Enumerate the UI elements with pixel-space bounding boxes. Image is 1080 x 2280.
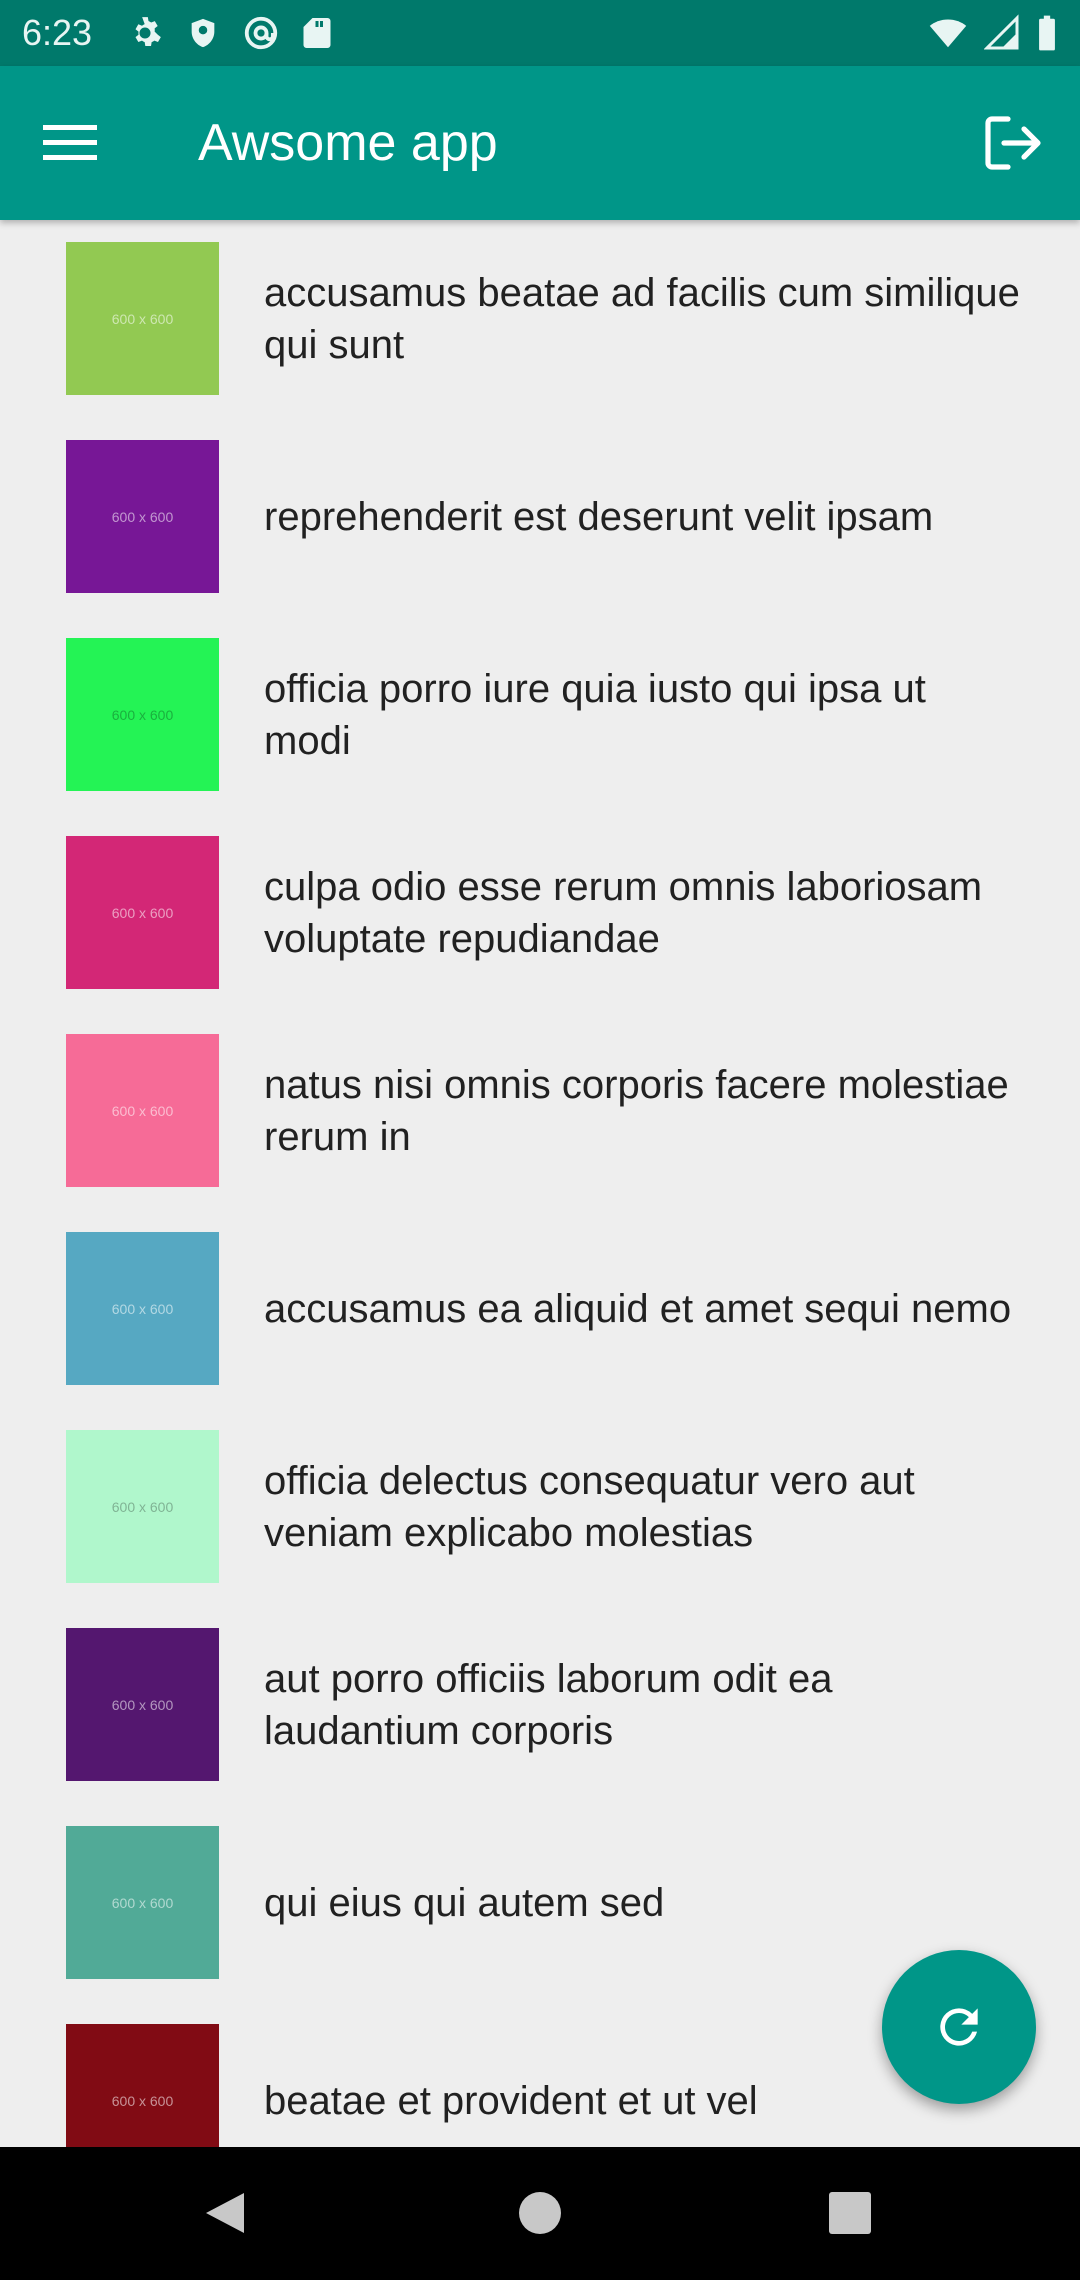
list-item-thumbnail: 600 x 600: [66, 1826, 219, 1979]
refresh-fab-button[interactable]: [882, 1950, 1036, 2104]
app-title: Awsome app: [198, 114, 498, 172]
thumbnail-size-label: 600 x 600: [111, 1894, 174, 1911]
list-item-title: reprehenderit est deserunt velit ipsam: [264, 495, 934, 539]
wifi-icon: [929, 19, 967, 48]
status-bar: 6:23: [0, 0, 1080, 66]
home-circle-icon: [519, 2192, 561, 2234]
list-item-title: culpa odio esse rerum omnis laboriosam v…: [264, 865, 983, 961]
cell-signal-icon: [984, 14, 1019, 50]
list-item-thumbnail: 600 x 600: [66, 2024, 219, 2147]
list-item[interactable]: 600 x 600 accusamus beatae ad facilis cu…: [0, 220, 1080, 418]
thumbnail-size-label: 600 x 600: [111, 1696, 174, 1713]
list-item-thumbnail: 600 x 600: [66, 440, 219, 593]
list-item[interactable]: 600 x 600 accusamus ea aliquid et amet s…: [0, 1210, 1080, 1408]
list-item-thumbnail: 600 x 600: [66, 638, 219, 791]
list-item-title: aut porro officiis laborum odit ea lauda…: [264, 1657, 833, 1753]
nav-recents-button[interactable]: [818, 2181, 882, 2245]
list-item-thumbnail: 600 x 600: [66, 1232, 219, 1385]
status-icons-left: [126, 14, 332, 52]
at-sign-icon: [244, 16, 278, 50]
status-icons-right: [928, 14, 1058, 52]
shield-icon: [191, 18, 215, 48]
app-bar: Awsome app: [0, 66, 1080, 220]
list-item[interactable]: 600 x 600 culpa odio esse rerum omnis la…: [0, 814, 1080, 1012]
photo-list: 600 x 600 accusamus beatae ad facilis cu…: [0, 220, 1080, 2147]
thumbnail-size-label: 600 x 600: [111, 508, 174, 525]
list-item-title: qui eius qui autem sed: [264, 1881, 665, 1925]
logout-icon: [985, 116, 1041, 170]
list-item-title: accusamus beatae ad facilis cum similiqu…: [264, 271, 1020, 367]
list-item-title: accusamus ea aliquid et amet sequi nemo: [264, 1287, 1012, 1331]
thumbnail-size-label: 600 x 600: [111, 310, 174, 327]
recents-square-icon: [829, 2192, 871, 2234]
nav-home-button[interactable]: [508, 2181, 572, 2245]
settings-icon: [135, 17, 161, 46]
thumbnail-size-label: 600 x 600: [111, 1498, 174, 1515]
list-item[interactable]: 600 x 600 aut porro officiis laborum odi…: [0, 1606, 1080, 1804]
list-item[interactable]: 600 x 600 officia porro iure quia iusto …: [0, 616, 1080, 814]
menu-button[interactable]: [38, 111, 102, 175]
system-navigation-bar: [0, 2147, 1080, 2280]
thumbnail-size-label: 600 x 600: [111, 2092, 174, 2109]
battery-icon: [1039, 15, 1055, 51]
thumbnail-size-label: 600 x 600: [111, 1102, 174, 1119]
list-item-thumbnail: 600 x 600: [66, 1628, 219, 1781]
logout-button[interactable]: [978, 107, 1050, 179]
sd-card-icon: [303, 18, 331, 48]
list-item-thumbnail: 600 x 600: [66, 1430, 219, 1583]
list-item-title: officia delectus consequatur vero aut ve…: [264, 1459, 915, 1555]
list-item-title: officia porro iure quia iusto qui ipsa u…: [264, 667, 926, 763]
hamburger-menu-icon: [43, 125, 97, 160]
thumbnail-size-label: 600 x 600: [111, 1300, 174, 1317]
status-time: 6:23: [22, 12, 93, 53]
thumbnail-size-label: 600 x 600: [111, 904, 174, 921]
list-item[interactable]: 600 x 600 natus nisi omnis corporis face…: [0, 1012, 1080, 1210]
list-item[interactable]: 600 x 600 reprehenderit est deserunt vel…: [0, 418, 1080, 616]
list-item-title: natus nisi omnis corporis facere molesti…: [264, 1063, 1009, 1159]
list-item[interactable]: 600 x 600 officia delectus consequatur v…: [0, 1408, 1080, 1606]
thumbnail-size-label: 600 x 600: [111, 706, 174, 723]
back-triangle-icon: [206, 2193, 244, 2233]
list-item-thumbnail: 600 x 600: [66, 836, 219, 989]
nav-back-button[interactable]: [192, 2181, 256, 2245]
list-item-thumbnail: 600 x 600: [66, 1034, 219, 1187]
list-item-thumbnail: 600 x 600: [66, 242, 219, 395]
refresh-icon: [940, 2008, 978, 2046]
